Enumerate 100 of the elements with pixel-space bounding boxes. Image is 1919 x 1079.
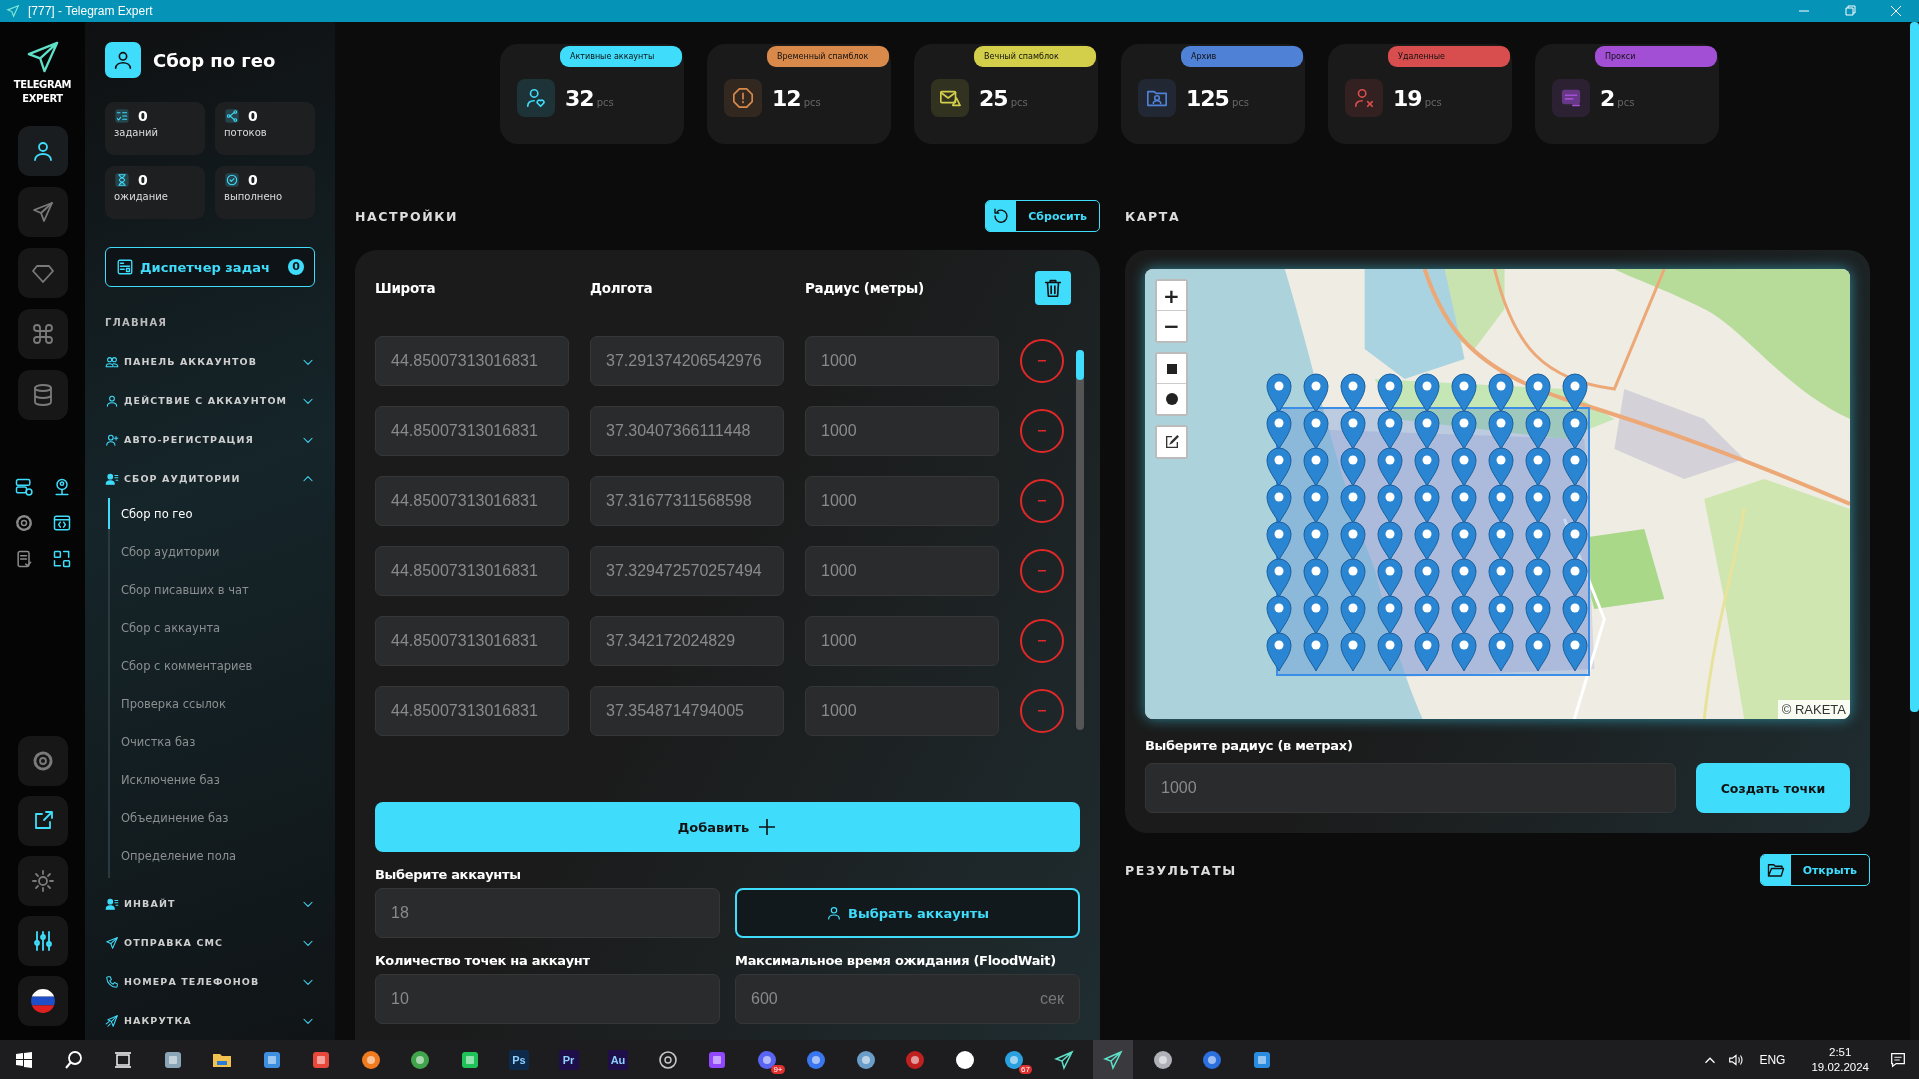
refresh-icon	[992, 207, 1011, 225]
open-button[interactable]: Открыть	[1759, 854, 1870, 886]
nav-item[interactable]: Объединение баз	[108, 802, 315, 833]
accounts-field[interactable]: 18	[375, 888, 720, 938]
language-indicator[interactable]: ENG	[1759, 1052, 1786, 1067]
counter-value: 0	[248, 108, 258, 124]
nav-section[interactable]: НОМЕРА ТЕЛЕФОНОВ	[105, 962, 315, 1001]
radius-field[interactable]: 1000	[805, 476, 999, 526]
rail-button[interactable]	[17, 309, 68, 359]
rail-button[interactable]	[17, 126, 68, 176]
radius-field[interactable]: 1000	[805, 686, 999, 736]
radius-field[interactable]: 1000	[805, 616, 999, 666]
nav-section[interactable]: ОТПРАВКА СМС	[105, 923, 315, 962]
minus-icon	[1038, 640, 1046, 642]
language-button[interactable]	[17, 976, 68, 1026]
latitude-field[interactable]: 44.85007313016831	[375, 686, 569, 736]
rectangle-tool-button[interactable]	[1157, 354, 1186, 384]
taskbar-button[interactable]	[1093, 1040, 1133, 1079]
add-button[interactable]: Добавить	[375, 802, 1080, 852]
nav-item[interactable]: Исключение баз	[108, 764, 315, 795]
app-icon	[905, 1049, 925, 1070]
rail-button[interactable]	[17, 187, 68, 237]
select-accounts-button[interactable]: Выбрать аккаунты	[735, 888, 1080, 938]
nav-section[interactable]: ПАНЕЛЬ АККАУНТОВ	[105, 342, 315, 381]
remove-button[interactable]	[1020, 479, 1064, 523]
longitude-field[interactable]: 37.342172024829	[590, 616, 784, 666]
floodwait-field[interactable]: 600 сек	[735, 974, 1080, 1024]
latitude-field[interactable]: 44.85007313016831	[375, 336, 569, 386]
nav-item[interactable]: Сбор с аккаунта	[108, 612, 315, 643]
remove-button[interactable]	[1020, 409, 1064, 453]
clipboard-icon	[116, 258, 134, 276]
task-manager-button[interactable]: Диспетчер задач 0	[105, 247, 315, 287]
latitude-field[interactable]: 44.85007313016831	[375, 616, 569, 666]
person-icon	[825, 905, 842, 921]
nav-section[interactable]: АВТО-РЕГИСТРАЦИЯ	[105, 420, 315, 459]
reset-button[interactable]: Сбросить	[985, 200, 1100, 232]
status-tag: Удаленные	[1388, 46, 1510, 67]
counter-label: потоков	[224, 127, 268, 138]
taskbar-button[interactable]: Au	[598, 1040, 638, 1079]
nav-item[interactable]: Сбор по гео	[108, 498, 315, 529]
longitude-field[interactable]: 37.329472570257494	[590, 546, 784, 596]
remove-button[interactable]	[1020, 619, 1064, 663]
app-icon	[311, 1049, 331, 1070]
remove-button[interactable]	[1020, 689, 1064, 733]
radius-field[interactable]: 1000	[805, 406, 999, 456]
radius-field[interactable]: 1000	[805, 336, 999, 386]
nav-section[interactable]: НАКРУТКА	[105, 1001, 315, 1040]
clock-date[interactable]: 19.02.2024	[1811, 1059, 1869, 1075]
clock-time[interactable]: 2:51	[1829, 1044, 1852, 1060]
latitude-field[interactable]: 44.85007313016831	[375, 476, 569, 526]
rail-button[interactable]	[17, 370, 68, 420]
scrollbar-thumb[interactable]	[1910, 22, 1919, 712]
nav-section[interactable]: СБОР АУДИТОРИИ	[105, 459, 315, 498]
rail-button[interactable]	[17, 248, 68, 298]
sliders-button[interactable]	[17, 916, 68, 966]
folder-icon	[1766, 861, 1785, 879]
nav-section[interactable]: ИНВАЙТ	[105, 884, 315, 923]
radius-field[interactable]: 1000	[805, 546, 999, 596]
create-points-button[interactable]: Создать точки	[1696, 763, 1850, 813]
nav-item[interactable]: Сбор писавших в чат	[108, 574, 315, 605]
nav-item[interactable]: Сбор с комментариев	[108, 650, 315, 681]
nav-item[interactable]: Очистка баз	[108, 726, 315, 757]
gear-button[interactable]	[17, 736, 68, 786]
notification-badge: 9+	[771, 1065, 785, 1074]
radius-field[interactable]: 1000	[1145, 763, 1676, 813]
code-window-icon	[51, 513, 72, 533]
scrollbar[interactable]	[1910, 22, 1919, 1040]
stat-unit: pcs	[1231, 96, 1249, 108]
scrollbar[interactable]	[1076, 350, 1084, 730]
latitude-field[interactable]: 44.85007313016831	[375, 406, 569, 456]
nav-section[interactable]: ДЕЙСТВИЕ С АККАУНТОМ	[105, 381, 315, 420]
longitude-field[interactable]: 37.291374206542976	[590, 336, 784, 386]
nav-item[interactable]: Проверка ссылок	[108, 688, 315, 719]
longitude-field[interactable]: 37.30407366111448	[590, 406, 784, 456]
person-icon	[112, 49, 134, 71]
longitude-field[interactable]: 37.31677311568598	[590, 476, 784, 526]
nav-item[interactable]: Сбор аудитории	[108, 536, 315, 567]
edit-tool-button[interactable]	[1157, 427, 1186, 457]
longitude-field[interactable]: 37.3548714794005	[590, 686, 784, 736]
remove-button[interactable]	[1020, 339, 1064, 383]
count-badge: 0	[288, 259, 304, 275]
counter-label: выполнено	[224, 191, 284, 202]
zoom-in-button[interactable]: +	[1157, 281, 1186, 311]
column-header: Радиус (метры)	[805, 280, 925, 296]
notification-icon[interactable]	[1889, 1050, 1907, 1069]
points-field[interactable]: 10	[375, 974, 720, 1024]
delete-all-button[interactable]	[1035, 271, 1071, 305]
scrollbar-thumb[interactable]	[1076, 350, 1084, 380]
taskbar-button[interactable]: Ps	[499, 1040, 539, 1079]
taskbar-button[interactable]: 9+	[746, 1040, 787, 1079]
remove-button[interactable]	[1020, 549, 1064, 593]
nav-item[interactable]: Определение пола	[108, 840, 315, 871]
nav-heading: ГЛАВНАЯ	[105, 317, 169, 328]
taskbar-button[interactable]: Pr	[548, 1040, 589, 1079]
field-label: Максимальное время ожидания (FloodWait)	[735, 952, 1057, 970]
person-heart-icon	[525, 87, 547, 109]
latitude-field[interactable]: 44.85007313016831	[375, 546, 569, 596]
taskbar-button[interactable]: 67	[994, 1040, 1034, 1079]
sun-button[interactable]	[17, 856, 68, 906]
external-link-button[interactable]	[17, 796, 68, 846]
